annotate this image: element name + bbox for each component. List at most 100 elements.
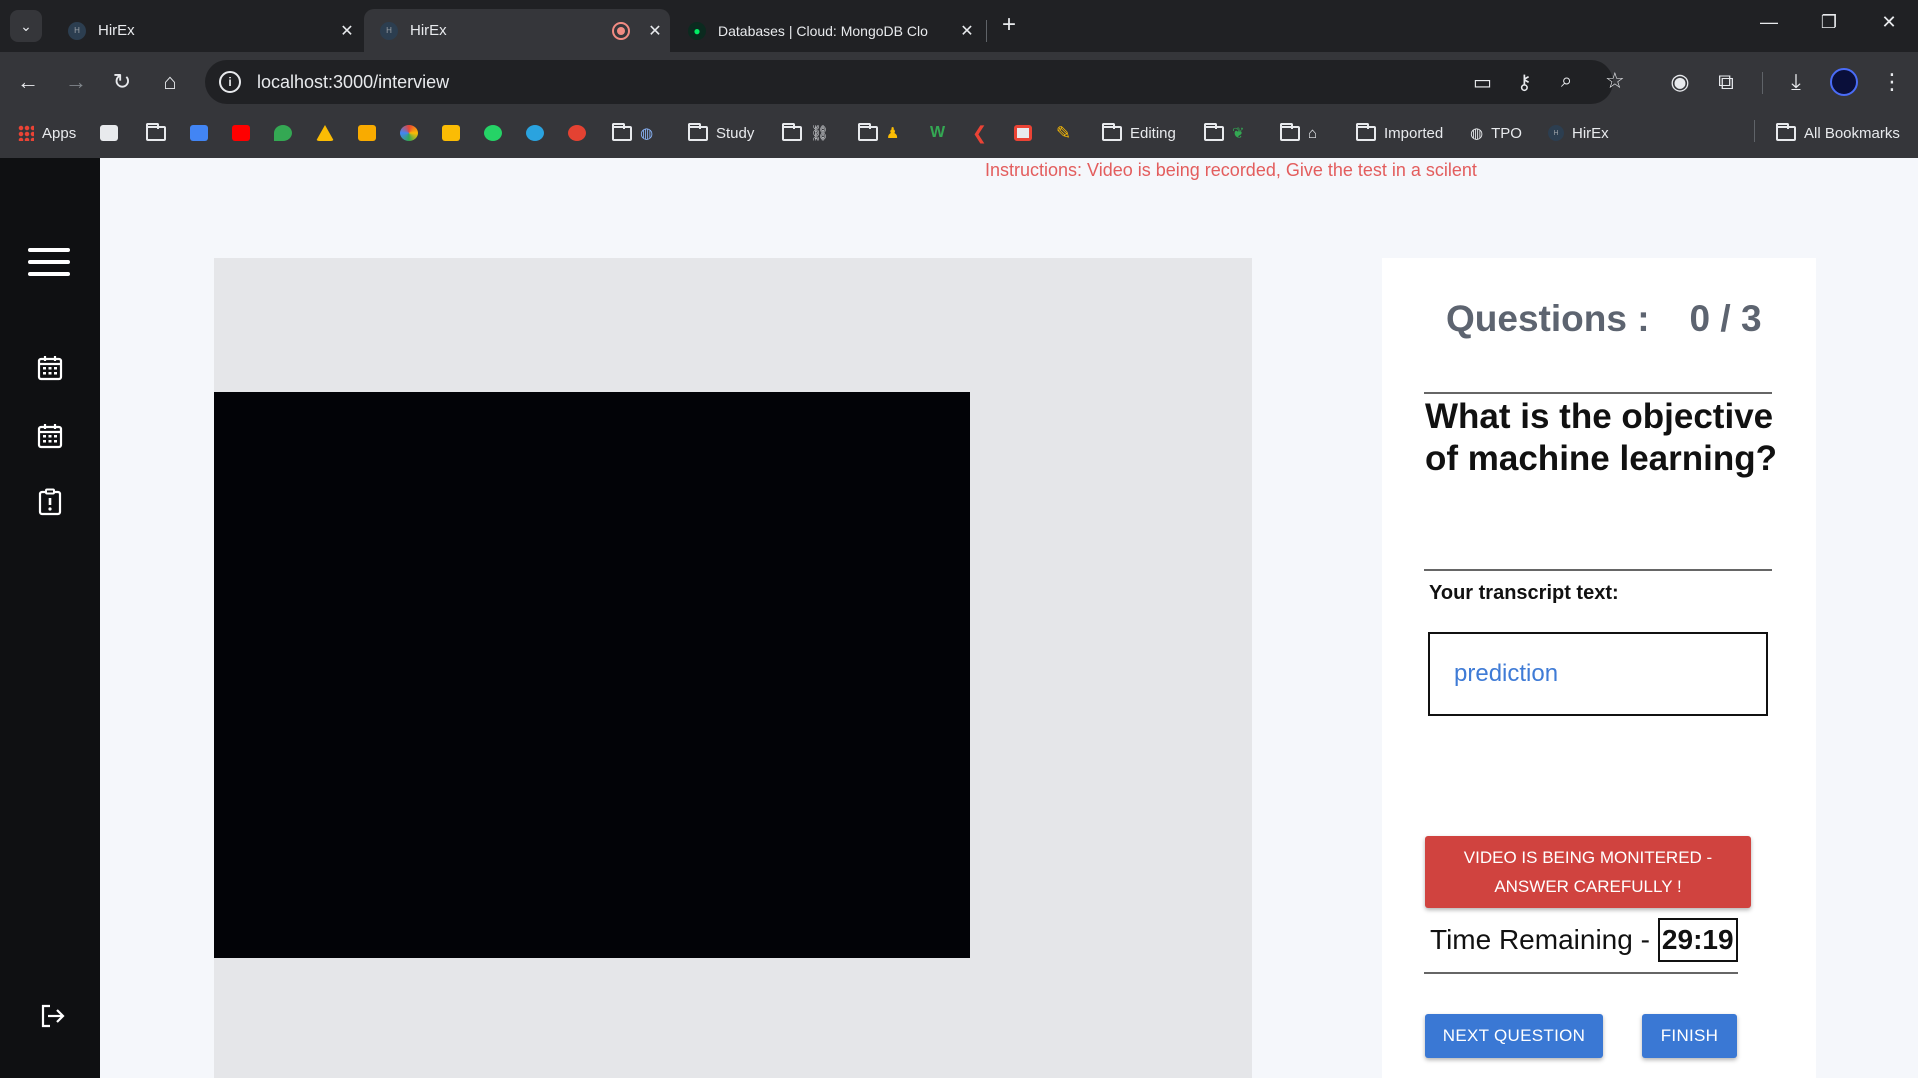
question-panel: Questions : 0 / 3 What is the objective o… bbox=[1382, 258, 1816, 1078]
bookmark-photo[interactable] bbox=[100, 121, 126, 145]
time-remaining-label: Time Remaining - bbox=[1430, 924, 1650, 955]
bookmark-study[interactable]: Study bbox=[688, 121, 754, 145]
hamburger-menu-icon[interactable] bbox=[28, 248, 70, 284]
video-panel bbox=[214, 258, 1252, 1078]
bookmark-todoist[interactable] bbox=[568, 121, 594, 145]
bookmark-pinwheel[interactable] bbox=[400, 121, 426, 145]
next-question-button[interactable]: NEXT QUESTION bbox=[1425, 1014, 1603, 1058]
address-bar[interactable]: i localhost:3000/interview ▭ ⚷ ⌕ ☆ bbox=[205, 60, 1625, 104]
checkmark-icon bbox=[568, 125, 586, 141]
calendar-icon[interactable] bbox=[36, 354, 64, 382]
bookmark-imported[interactable]: Imported bbox=[1356, 121, 1443, 145]
bookmark-folder-leaf[interactable]: ❦ bbox=[1204, 121, 1245, 145]
bookmark-label: Study bbox=[716, 124, 755, 142]
warning-line: ANSWER CAREFULLY ! bbox=[1494, 877, 1682, 896]
google-calendar-icon bbox=[190, 125, 208, 141]
download-icon[interactable]: ⤓ bbox=[1780, 66, 1812, 98]
bookmark-whatsapp[interactable] bbox=[484, 121, 510, 145]
minimize-icon[interactable]: — bbox=[1754, 12, 1784, 33]
forward-icon[interactable]: → bbox=[60, 66, 92, 98]
bookmark-label: Editing bbox=[1130, 124, 1176, 142]
divider bbox=[1424, 569, 1772, 571]
logout-icon[interactable] bbox=[38, 1002, 66, 1030]
google-maps-icon bbox=[274, 125, 292, 141]
folder-icon bbox=[612, 122, 632, 141]
home-icon[interactable]: ⌂ bbox=[154, 66, 186, 98]
bookmark-all[interactable]: All Bookmarks bbox=[1776, 121, 1900, 145]
navigation-toolbar: ← → ↻ ⌂ i localhost:3000/interview ▭ ⚷ ⌕… bbox=[0, 52, 1918, 112]
transcript-value: prediction bbox=[1454, 660, 1559, 687]
bookmark-maps[interactable] bbox=[274, 121, 300, 145]
bookmark-red-arrow[interactable]: ❮ bbox=[972, 121, 987, 145]
bookmark-label: All Bookmarks bbox=[1804, 124, 1900, 142]
globe-icon: ◍ bbox=[1470, 125, 1484, 142]
recording-icon bbox=[612, 21, 630, 40]
new-tab-button[interactable]: + bbox=[994, 11, 1024, 39]
bookmark-tpo[interactable]: ◍ TPO bbox=[1470, 121, 1522, 145]
extensions-puzzle-icon[interactable]: ⧉ bbox=[1710, 66, 1742, 98]
tab-bar: ⌄ H HirEx ✕ H HirEx ✕ ● Databases | Clou… bbox=[0, 0, 1918, 52]
folder-icon bbox=[858, 122, 878, 141]
password-key-icon[interactable]: ⚷ bbox=[1517, 70, 1532, 94]
bookmark-w[interactable]: W bbox=[930, 121, 945, 145]
restore-icon[interactable]: ❐ bbox=[1814, 12, 1844, 33]
bookmark-hirex[interactable]: H HirEx bbox=[1548, 121, 1609, 145]
bookmark-apps[interactable]: Apps bbox=[18, 121, 76, 145]
divider bbox=[1424, 972, 1738, 974]
bookmark-telegram[interactable] bbox=[526, 121, 552, 145]
folder-icon bbox=[1356, 122, 1376, 141]
bookmark-label: Imported bbox=[1384, 124, 1444, 142]
site-info-icon[interactable]: i bbox=[219, 71, 241, 93]
tab-hirex-1[interactable]: H HirEx ✕ bbox=[52, 9, 362, 52]
reload-icon[interactable]: ↻ bbox=[106, 66, 138, 98]
close-tab-icon[interactable]: ✕ bbox=[640, 21, 670, 41]
instructions-text: Instructions: Video is being recorded, G… bbox=[985, 160, 1477, 180]
person-icon: ♟ bbox=[886, 125, 900, 142]
close-window-icon[interactable]: ✕ bbox=[1874, 12, 1904, 33]
tab-mongodb[interactable]: ● Databases | Cloud: MongoDB Clo ✕ bbox=[672, 9, 982, 52]
bookmark-folder[interactable] bbox=[146, 121, 174, 145]
divider bbox=[1424, 392, 1772, 394]
hirex-favicon-icon: H bbox=[68, 21, 86, 40]
close-tab-icon[interactable]: ✕ bbox=[952, 21, 982, 41]
bookmark-editing[interactable]: Editing bbox=[1102, 121, 1176, 145]
bookmark-calendar[interactable] bbox=[190, 121, 216, 145]
classroom-icon bbox=[358, 125, 376, 141]
bookmark-tag[interactable] bbox=[1014, 121, 1040, 145]
bookmark-folder-globe[interactable]: ◍ bbox=[612, 121, 653, 145]
bookmark-drive[interactable] bbox=[316, 121, 342, 145]
transcript-textbox[interactable]: prediction bbox=[1428, 632, 1768, 716]
profile-avatar[interactable] bbox=[1828, 66, 1860, 98]
pinwheel-icon bbox=[400, 125, 418, 141]
toolbar-separator bbox=[1762, 72, 1763, 94]
back-icon[interactable]: ← bbox=[12, 66, 44, 98]
link-icon: ⛓ bbox=[810, 125, 830, 142]
bookmarks-bar: Apps ◍ Study ⛓ ♟ W ❮ ✎ Editing ❦ ⌂ Impor… bbox=[0, 112, 1918, 152]
bookmark-label: Apps bbox=[42, 124, 77, 142]
bookmark-youtube[interactable] bbox=[232, 121, 258, 145]
camera-icon[interactable]: ▭ bbox=[1473, 70, 1492, 94]
bookmark-classroom[interactable] bbox=[358, 121, 384, 145]
finish-button[interactable]: FINISH bbox=[1642, 1014, 1737, 1058]
question-counter: Questions : 0 / 3 bbox=[1446, 298, 1762, 340]
folder-icon bbox=[1776, 122, 1796, 141]
bookmark-folder-person[interactable]: ♟ bbox=[858, 121, 899, 145]
close-tab-icon[interactable]: ✕ bbox=[332, 21, 362, 41]
tab-search-chevron-icon[interactable]: ⌄ bbox=[10, 10, 42, 42]
bookmark-star-icon[interactable]: ☆ bbox=[1605, 68, 1625, 93]
zoom-icon[interactable]: ⌕ bbox=[1561, 70, 1572, 94]
mongodb-leaf-icon: ● bbox=[688, 21, 706, 40]
bookmark-folder-home[interactable]: ⌂ bbox=[1280, 121, 1317, 145]
globe-icon: ◍ bbox=[640, 125, 654, 142]
extension-bulb-icon[interactable]: ◉ bbox=[1664, 66, 1696, 98]
bookmark-folder-link[interactable]: ⛓ bbox=[782, 121, 829, 145]
leaf-icon: ❦ bbox=[1232, 125, 1245, 142]
bookmark-keep[interactable] bbox=[442, 121, 468, 145]
tab-hirex-active[interactable]: H HirEx ✕ bbox=[364, 9, 670, 52]
clipboard-alert-icon[interactable] bbox=[36, 488, 64, 516]
bookmark-pencil[interactable]: ✎ bbox=[1056, 121, 1071, 145]
folder-icon bbox=[1102, 122, 1122, 141]
browser-menu-icon[interactable]: ⋮ bbox=[1876, 66, 1908, 98]
questions-count: 0 / 3 bbox=[1689, 298, 1762, 339]
calendar-icon[interactable] bbox=[36, 422, 64, 450]
